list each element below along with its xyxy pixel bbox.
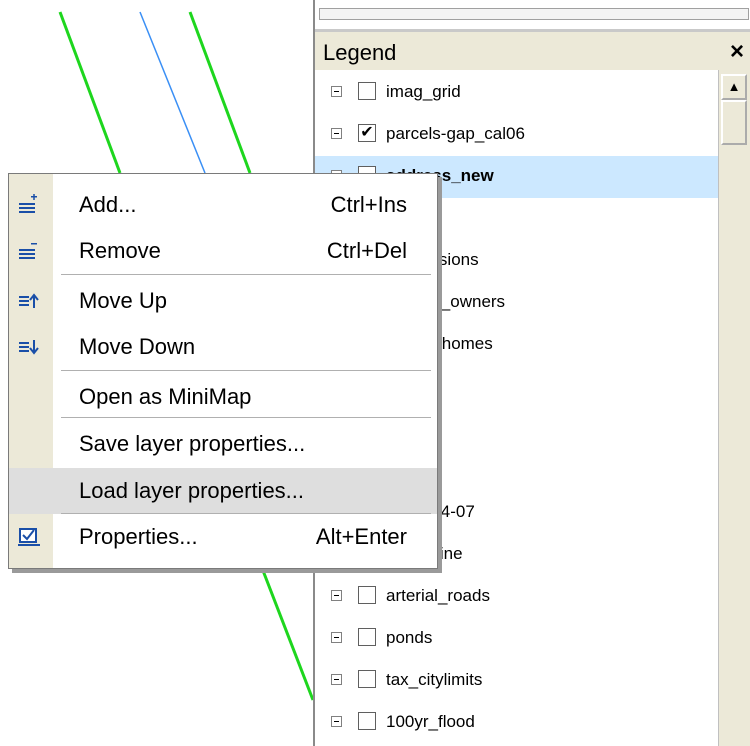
- collapse-icon[interactable]: [331, 716, 342, 727]
- collapse-icon[interactable]: [331, 632, 342, 643]
- map-line-blue: [139, 11, 206, 174]
- collapse-icon[interactable]: [331, 674, 342, 685]
- menu-item-shortcut: Ctrl+Ins: [330, 192, 407, 217]
- scroll-up-icon[interactable]: ▲: [721, 74, 747, 100]
- move-up-icon: [17, 290, 43, 312]
- layer-row[interactable]: arterial_roads: [315, 576, 720, 618]
- move-down-icon: [17, 336, 43, 358]
- legend-title: Legend: [323, 40, 397, 65]
- layer-label: ponds: [386, 628, 433, 647]
- layer-label: arterial_roads: [386, 586, 490, 605]
- menu-item-label: Add...: [79, 192, 137, 217]
- remove-layer-icon: [17, 240, 43, 262]
- legend-header: Legend ×: [315, 32, 750, 70]
- layer-row[interactable]: 100yr_flood: [315, 702, 720, 744]
- toolbar-strip: [315, 0, 750, 32]
- menu-item-load-layer-properties[interactable]: Load layer properties...: [9, 468, 437, 514]
- menu-separator: [61, 417, 431, 418]
- map-line-green-lower: [260, 567, 315, 701]
- collapse-icon[interactable]: [331, 86, 342, 97]
- map-line-green-right: [188, 11, 252, 174]
- menu-item-label: Properties...: [79, 524, 198, 549]
- layer-visibility-checkbox[interactable]: [358, 82, 376, 100]
- menu-item-add[interactable]: Add... Ctrl+Ins: [9, 182, 437, 228]
- layer-label: parcels-gap_cal06: [386, 124, 525, 143]
- menu-item-shortcut: Ctrl+Del: [326, 238, 407, 263]
- layer-visibility-checkbox[interactable]: [358, 586, 376, 604]
- layer-row[interactable]: ponds: [315, 618, 720, 660]
- menu-item-label: Load layer properties...: [79, 478, 305, 503]
- menu-item-label: Remove: [79, 238, 161, 263]
- layer-label: imag_grid: [386, 82, 461, 101]
- layer-row[interactable]: imag_grid: [315, 72, 720, 114]
- menu-item-remove[interactable]: Remove Ctrl+Del: [9, 228, 437, 274]
- close-icon[interactable]: ×: [730, 38, 744, 66]
- menu-item-label: Save layer properties...: [79, 431, 306, 456]
- collapse-icon[interactable]: [331, 128, 342, 139]
- menu-item-move-up[interactable]: Move Up: [9, 278, 437, 324]
- layer-visibility-checkbox[interactable]: [358, 628, 376, 646]
- menu-separator: [61, 370, 431, 371]
- layer-visibility-checkbox[interactable]: ✔: [358, 124, 376, 142]
- menu-item-label: Move Down: [79, 334, 196, 359]
- menu-item-label: Open as MiniMap: [79, 384, 252, 409]
- add-layer-icon: [17, 194, 43, 216]
- menu-item-shortcut: Alt+Enter: [315, 524, 407, 549]
- map-line-green-left: [58, 11, 122, 174]
- layer-label: 100yr_flood: [386, 712, 475, 731]
- layer-visibility-checkbox[interactable]: [358, 670, 376, 688]
- menu-item-move-down[interactable]: Move Down: [9, 324, 437, 370]
- scroll-thumb[interactable]: [721, 100, 747, 145]
- menu-item-open-as-minimap[interactable]: Open as MiniMap: [9, 374, 437, 420]
- layer-visibility-checkbox[interactable]: [358, 712, 376, 730]
- layer-label: tax_citylimits: [386, 670, 483, 689]
- menu-item-properties[interactable]: Properties... Alt+Enter: [9, 514, 437, 560]
- menu-item-save-layer-properties[interactable]: Save layer properties...: [9, 421, 437, 467]
- context-menu: Add... Ctrl+Ins Remove Ctrl+Del Move Up Move …: [8, 173, 438, 569]
- layer-row[interactable]: tax_citylimits: [315, 660, 720, 702]
- collapse-icon[interactable]: [331, 590, 342, 601]
- menu-item-label: Move Up: [79, 288, 168, 313]
- legend-scrollbar[interactable]: ▲: [718, 70, 750, 746]
- menu-separator: [61, 274, 431, 275]
- layer-row[interactable]: ✔ parcels-gap_cal06: [315, 114, 720, 156]
- properties-icon: [17, 526, 43, 548]
